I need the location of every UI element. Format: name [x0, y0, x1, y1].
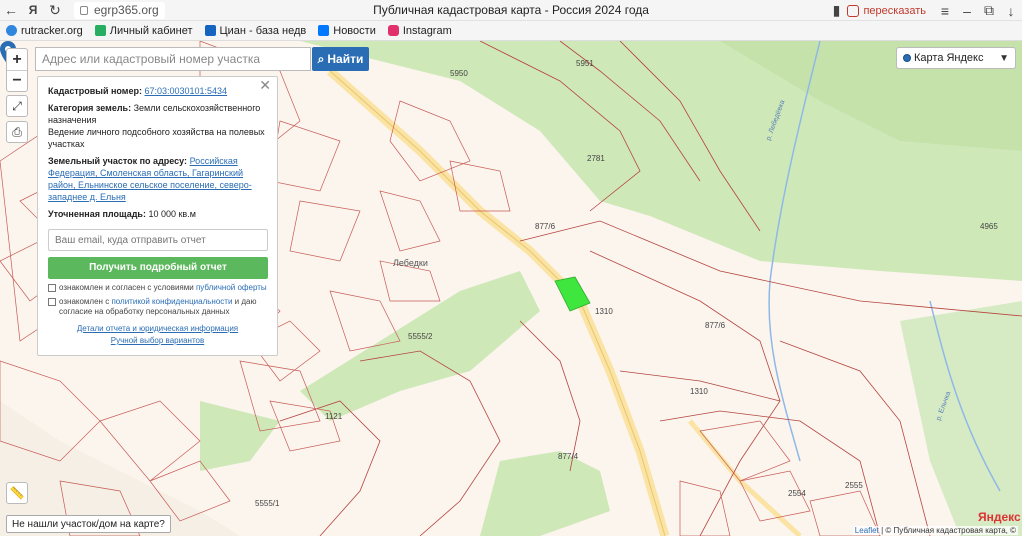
- land-usage-value: Ведение личного подсобного хозяйства на …: [48, 127, 265, 149]
- cabinet-icon: [94, 25, 106, 36]
- map-label: 1310: [690, 387, 708, 396]
- area-value: 10 000 кв.м: [148, 209, 196, 219]
- privacy-consent[interactable]: ознакомлен с политикой конфиденциальност…: [48, 297, 267, 317]
- address-bar[interactable]: egrp365.org: [74, 1, 165, 19]
- yandex-home-icon[interactable]: Я: [22, 0, 44, 21]
- map-label: 2554: [788, 489, 806, 498]
- cadastral-number-link[interactable]: 67:03:0030101:5434: [144, 86, 227, 96]
- ruler-icon[interactable]: 📏: [6, 482, 28, 504]
- find-button-label: Найти: [327, 52, 364, 66]
- reload-icon[interactable]: ↻: [44, 0, 66, 21]
- map-label: 4965: [980, 222, 998, 231]
- map-attribution: Leaflet | © Публичная кадастровая карта,…: [852, 526, 1018, 535]
- fullscreen-icon[interactable]: ⤢: [6, 95, 28, 117]
- search-input[interactable]: [35, 47, 311, 71]
- share-label: пересказать: [863, 4, 926, 17]
- manual-select-link[interactable]: Ручной выбор вариантов: [48, 335, 267, 347]
- email-input[interactable]: [48, 229, 268, 251]
- lock-icon: [80, 5, 88, 15]
- checkbox[interactable]: [48, 298, 56, 306]
- menu-icon[interactable]: ≡: [934, 0, 956, 21]
- attribution-text: | © Публичная кадастровая карта, ©: [881, 526, 1016, 535]
- cian-icon: [204, 25, 216, 36]
- find-button[interactable]: ⌕ Найти: [312, 47, 369, 71]
- not-found-button[interactable]: Не нашли участок/дом на карте?: [6, 515, 171, 533]
- radio-icon: [903, 54, 911, 62]
- bookmark-label: rutracker.org: [21, 24, 83, 37]
- map-label: 1310: [595, 307, 613, 316]
- land-category-label: Категория земель:: [48, 103, 132, 113]
- download-icon[interactable]: ↓: [1000, 0, 1022, 21]
- zoom-out-button[interactable]: −: [7, 70, 27, 91]
- bookmark-cabinet[interactable]: Личный кабинет: [94, 24, 193, 37]
- bookmarks-bar: rutracker.org Личный кабинет Циан - база…: [0, 21, 1022, 41]
- share-button[interactable]: пересказать: [847, 4, 926, 17]
- url-text: egrp365.org: [94, 3, 159, 17]
- share-icon: [847, 4, 860, 17]
- get-report-button[interactable]: Получить подробный отчет: [48, 257, 268, 279]
- bookmark-label: Instagram: [402, 24, 452, 37]
- offer-consent-text: ознакомлен и согласен с условиями публич…: [59, 283, 267, 293]
- address-label: Земельный участок по адресу:: [48, 156, 188, 166]
- parcel-info-panel: ✕ Кадастровый номер: 67:03:0030101:5434 …: [37, 76, 278, 356]
- minimize-icon[interactable]: –: [956, 0, 978, 21]
- village-label: Лебедки: [393, 258, 428, 268]
- bookmark-rutracker[interactable]: rutracker.org: [6, 25, 83, 37]
- map-label: 2555: [845, 481, 863, 490]
- consent-text: ознакомлен с: [59, 297, 110, 306]
- privacy-consent-text: ознакомлен с политикой конфиденциальност…: [59, 297, 267, 317]
- map-label: 877/4: [558, 452, 579, 461]
- bookmark-label: Новости: [333, 24, 376, 37]
- report-details-link[interactable]: Детали отчета и юридическая информация: [48, 323, 267, 335]
- checkbox[interactable]: [48, 284, 56, 292]
- bookmark-news[interactable]: Новости: [318, 25, 376, 37]
- cadastral-number-label: Кадастровый номер:: [48, 86, 142, 96]
- map-label: 2781: [587, 154, 605, 163]
- privacy-link[interactable]: политикой конфиденциальности: [111, 297, 232, 306]
- zoom-in-button[interactable]: +: [7, 49, 27, 70]
- bookmark-label: Циан - база недв: [219, 24, 307, 37]
- vk-icon: [318, 25, 330, 36]
- map-label: 1121: [325, 412, 343, 421]
- layer-label: Карта Яндекс: [914, 52, 984, 64]
- map-label: 5555/2: [408, 332, 433, 341]
- map-label: 5950: [450, 69, 468, 78]
- map-label: 877/6: [705, 321, 726, 330]
- rutracker-icon: [6, 25, 17, 36]
- close-icon[interactable]: ✕: [259, 78, 271, 92]
- search-icon: ⌕: [317, 51, 325, 66]
- bookmark-label: Личный кабинет: [109, 24, 193, 37]
- yandex-logo: Яндекс: [978, 510, 1021, 524]
- consent-text: ознакомлен и согласен с условиями: [59, 283, 194, 292]
- map-label: 5951: [576, 59, 594, 68]
- bookmark-instagram[interactable]: Instagram: [387, 24, 452, 37]
- bookmark-cian[interactable]: Циан - база недв: [204, 24, 307, 37]
- map-label: 5555/1: [255, 499, 280, 508]
- browser-toolbar: ← Я ↻ egrp365.org Публичная кадастровая …: [0, 0, 1022, 21]
- map-label: 877/6: [535, 222, 556, 231]
- leaflet-link[interactable]: Leaflet: [855, 526, 879, 535]
- panel-footer: Детали отчета и юридическая информация Р…: [48, 323, 267, 347]
- offer-consent[interactable]: ознакомлен и согласен с условиями публич…: [48, 283, 267, 293]
- map-layer-select[interactable]: Карта Яндекс ▼: [896, 47, 1016, 69]
- chevron-down-icon: ▼: [999, 52, 1009, 64]
- back-icon[interactable]: ←: [0, 0, 22, 21]
- offer-link[interactable]: публичной оферты: [196, 283, 267, 292]
- zoom-control: + −: [6, 48, 28, 92]
- extensions-icon[interactable]: ⧉: [978, 0, 1000, 21]
- print-icon[interactable]: ⎙: [6, 121, 28, 143]
- instagram-icon: [387, 25, 399, 36]
- bookmark-icon[interactable]: ▮: [825, 0, 847, 21]
- area-label: Уточненная площадь:: [48, 209, 146, 219]
